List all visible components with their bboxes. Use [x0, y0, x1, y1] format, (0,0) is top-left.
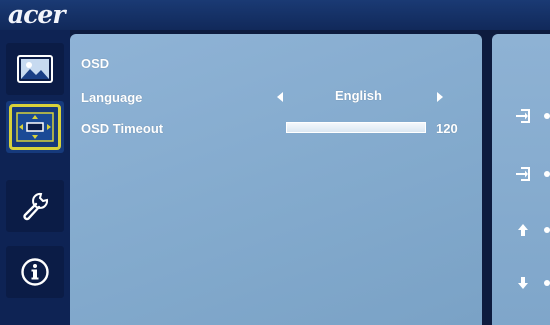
- exit-icon: [516, 109, 530, 123]
- osd-settings-panel: OSD Language English OSD Timeout 120: [70, 34, 482, 325]
- panel-title: OSD: [81, 56, 110, 71]
- key-enter[interactable]: [514, 165, 532, 183]
- language-label[interactable]: Language: [81, 90, 142, 105]
- key-down[interactable]: [514, 274, 532, 292]
- key-enter-indicator: [544, 171, 550, 177]
- key-up-indicator: [544, 227, 550, 233]
- sidebar-item-info[interactable]: [6, 246, 64, 298]
- top-bar: acer: [0, 0, 550, 30]
- sidebar-item-osd[interactable]: [6, 101, 64, 153]
- osd-position-icon: [16, 112, 54, 142]
- osd-timeout-slider[interactable]: [286, 122, 426, 133]
- sidebar-item-osd-frame: [9, 104, 61, 150]
- osd-timeout-slider-fill: [287, 123, 425, 132]
- sidebar-item-picture[interactable]: [6, 43, 64, 95]
- sidebar-item-info-frame: [9, 249, 61, 295]
- sidebar-item-settings-frame: [9, 183, 61, 229]
- key-guide-panel: [492, 34, 550, 325]
- sidebar: [0, 30, 70, 325]
- enter-icon: [516, 167, 530, 181]
- osd-timeout-value: 120: [436, 121, 458, 136]
- key-up[interactable]: [514, 221, 532, 239]
- sidebar-item-settings[interactable]: [6, 180, 64, 232]
- key-down-indicator: [544, 280, 550, 286]
- language-prev-arrow-icon[interactable]: [277, 92, 283, 102]
- language-value[interactable]: English: [335, 88, 382, 103]
- picture-icon: [17, 55, 53, 83]
- arrow-down-icon: [518, 277, 528, 289]
- brand-logo: acer: [8, 0, 65, 29]
- sidebar-item-picture-frame: [9, 46, 61, 92]
- key-exit[interactable]: [514, 107, 532, 125]
- info-icon: [21, 258, 49, 286]
- arrow-up-icon: [518, 224, 528, 236]
- osd-timeout-label[interactable]: OSD Timeout: [81, 121, 163, 136]
- language-next-arrow-icon[interactable]: [437, 92, 443, 102]
- settings-wrench-icon: [23, 192, 49, 221]
- key-exit-indicator: [544, 113, 550, 119]
